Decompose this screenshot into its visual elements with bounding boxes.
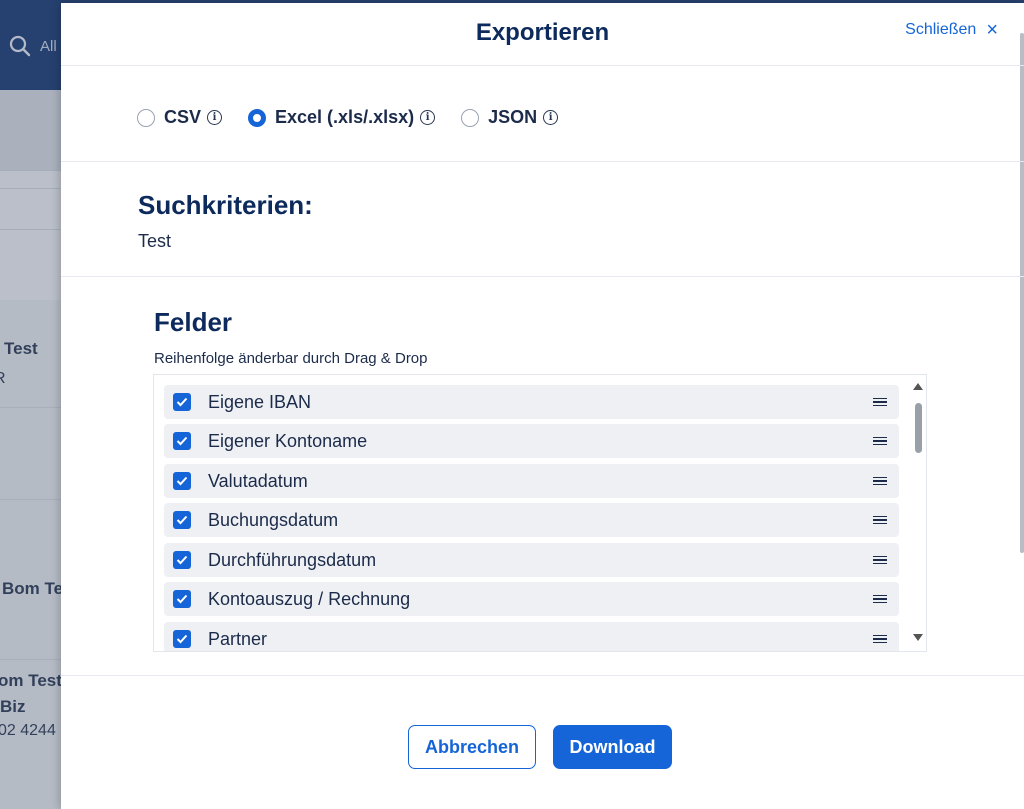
format-option-excel[interactable]: Excel (.xls/.xlsx) i bbox=[248, 107, 436, 128]
list-item[interactable]: Kontoauszug / Rechnung bbox=[164, 582, 899, 616]
download-button[interactable]: Download bbox=[553, 725, 672, 769]
radio-excel[interactable] bbox=[248, 108, 267, 127]
modal-title: Exportieren bbox=[475, 19, 610, 46]
fields-scrollbar[interactable] bbox=[912, 381, 924, 645]
check-icon bbox=[176, 515, 188, 525]
fields-hint: Reihenfolge änderbar durch Drag & Drop bbox=[154, 350, 428, 367]
list-item[interactable]: Durchführungsdatum bbox=[164, 543, 899, 577]
close-button[interactable]: Schließen × bbox=[905, 19, 998, 41]
radio-csv[interactable] bbox=[137, 108, 155, 127]
format-option-csv[interactable]: CSV i bbox=[137, 107, 223, 128]
fields-heading: Felder bbox=[154, 307, 233, 337]
divider bbox=[61, 276, 1024, 277]
drag-handle-icon[interactable] bbox=[873, 555, 887, 565]
footer-divider bbox=[61, 675, 1024, 676]
field-label: Valutadatum bbox=[208, 470, 308, 491]
criteria-value: Test bbox=[138, 231, 172, 251]
check-icon bbox=[176, 594, 188, 604]
format-label: CSV bbox=[164, 107, 202, 127]
field-label: Kontoauszug / Rechnung bbox=[208, 588, 411, 609]
format-label: JSON bbox=[488, 107, 538, 127]
field-checkbox[interactable] bbox=[173, 551, 191, 569]
scroll-up-icon[interactable] bbox=[913, 383, 923, 390]
field-checkbox[interactable] bbox=[173, 472, 191, 490]
list-item[interactable]: Eigener Kontoname bbox=[164, 424, 899, 458]
check-icon bbox=[176, 476, 188, 486]
scroll-down-icon[interactable] bbox=[913, 634, 923, 641]
scroll-thumb[interactable] bbox=[915, 403, 922, 453]
cancel-button[interactable]: Abbrechen bbox=[408, 725, 536, 769]
field-checkbox[interactable] bbox=[173, 590, 191, 608]
criteria-heading: Suchkriterien: bbox=[138, 190, 313, 220]
info-icon[interactable]: i bbox=[543, 110, 559, 125]
field-checkbox[interactable] bbox=[173, 630, 191, 648]
field-checkbox[interactable] bbox=[173, 511, 191, 529]
divider bbox=[61, 161, 1024, 162]
check-icon bbox=[176, 436, 188, 446]
field-label: Buchungsdatum bbox=[208, 509, 339, 530]
field-checkbox[interactable] bbox=[173, 432, 191, 450]
format-label: Excel (.xls/.xlsx) bbox=[275, 107, 415, 127]
field-label: Eigener Kontoname bbox=[208, 430, 368, 451]
close-icon: × bbox=[986, 19, 998, 41]
drag-handle-icon[interactable] bbox=[873, 397, 887, 407]
drag-handle-icon[interactable] bbox=[873, 476, 887, 486]
list-item[interactable]: Valutadatum bbox=[164, 464, 899, 498]
field-checkbox[interactable] bbox=[173, 393, 191, 411]
field-label: Partner bbox=[208, 628, 268, 649]
list-item[interactable]: Buchungsdatum bbox=[164, 503, 899, 537]
export-modal: Exportieren Schließen × CSV i Excel (.xl… bbox=[61, 3, 1024, 809]
check-icon bbox=[176, 634, 188, 644]
modal-header: Exportieren Schließen × bbox=[61, 3, 1024, 66]
close-label: Schließen bbox=[905, 21, 977, 38]
check-icon bbox=[176, 397, 188, 407]
radio-json[interactable] bbox=[461, 108, 480, 127]
list-item[interactable]: Eigene IBAN bbox=[164, 385, 899, 419]
format-option-json[interactable]: JSON i bbox=[461, 107, 559, 128]
fields-list[interactable]: Eigene IBAN Eigener Kontoname Valutadatu… bbox=[153, 374, 927, 652]
field-label: Eigene IBAN bbox=[208, 391, 312, 412]
list-item[interactable]: Partner bbox=[164, 622, 899, 651]
field-label: Durchführungsdatum bbox=[208, 549, 377, 570]
info-icon[interactable]: i bbox=[420, 110, 436, 125]
drag-handle-icon[interactable] bbox=[873, 436, 887, 446]
drag-handle-icon[interactable] bbox=[873, 515, 887, 525]
check-icon bbox=[176, 555, 188, 565]
drag-handle-icon[interactable] bbox=[873, 594, 887, 604]
format-selector: CSV i Excel (.xls/.xlsx) i JSON i bbox=[137, 107, 584, 128]
drag-handle-icon[interactable] bbox=[873, 634, 887, 644]
modal-scrollbar[interactable] bbox=[1020, 33, 1024, 553]
info-icon[interactable]: i bbox=[207, 110, 223, 125]
